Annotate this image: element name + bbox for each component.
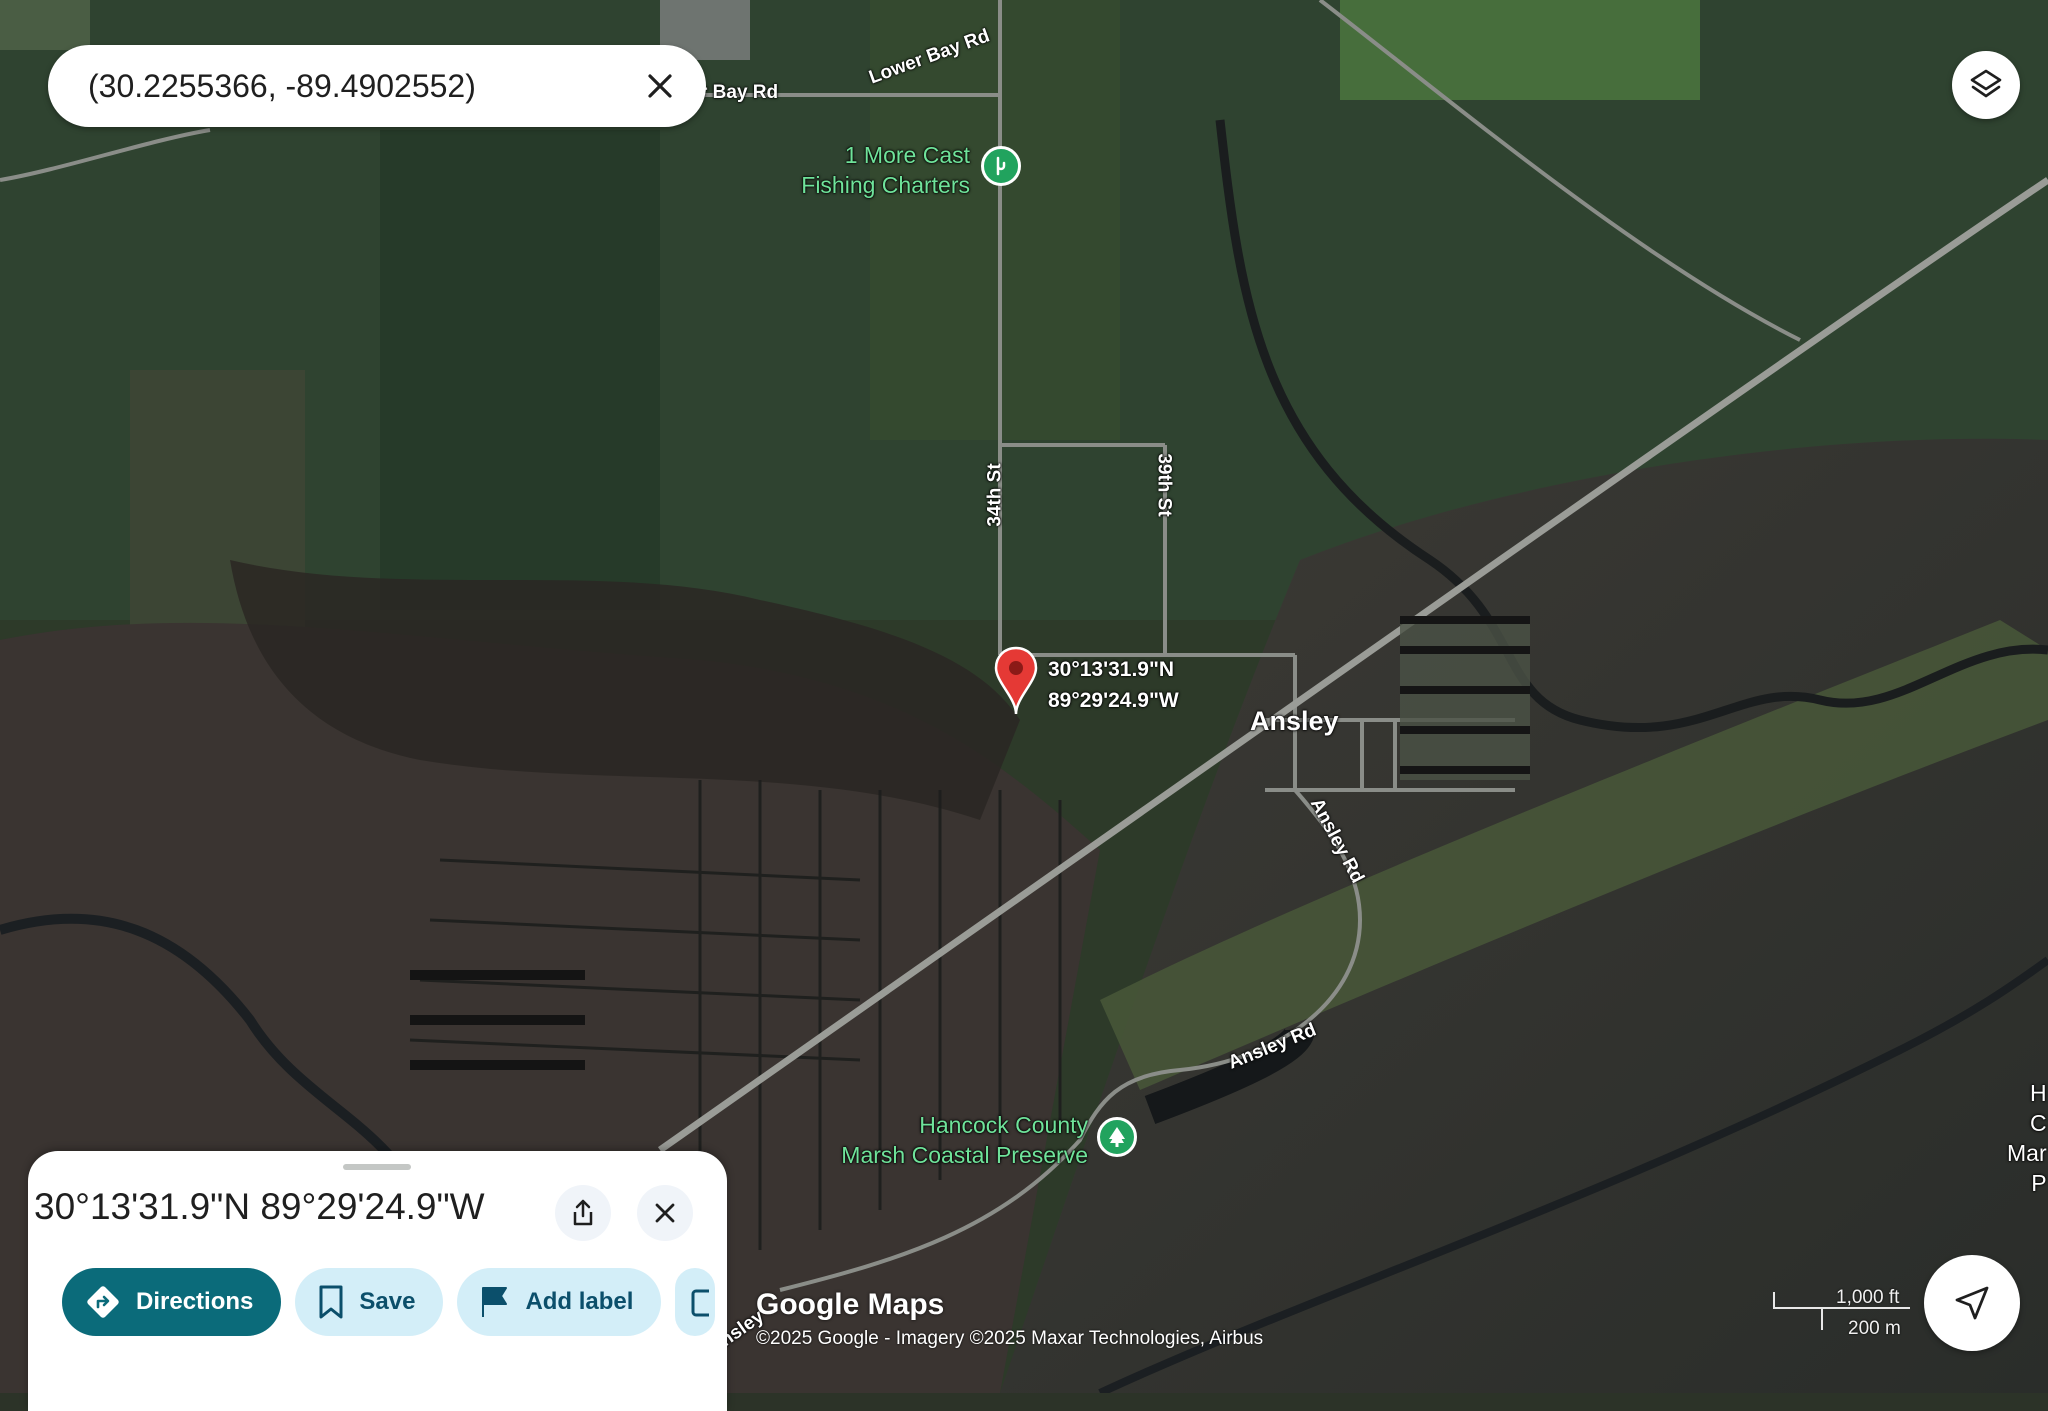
google-maps-logo: Google Maps (756, 1288, 945, 1321)
edge-label-line: C (2030, 1110, 2047, 1136)
road-label-34th-st: 34th St (984, 463, 1006, 527)
pin-coordinates: 30°13'31.9"N 89°29'24.9"W (1048, 654, 1179, 716)
road-label-bay-rd: r Bay Rd (700, 82, 779, 103)
edge-label-line: Mar (2007, 1140, 2047, 1166)
search-bar[interactable]: (30.2255366, -89.4902552) (48, 45, 706, 127)
save-button[interactable]: Save (295, 1268, 444, 1336)
add-label-button[interactable]: Add label (457, 1268, 662, 1336)
save-label: Save (359, 1288, 416, 1315)
poi-label-marsh-preserve[interactable]: Hancock County Marsh Coastal Preserve (780, 1110, 1088, 1170)
poi-name-line: Fishing Charters (801, 172, 970, 198)
directions-label: Directions (136, 1288, 254, 1315)
place-label-ansley[interactable]: Ansley (1250, 706, 1339, 737)
poi-name-line: 1 More Cast (844, 142, 970, 168)
poi-label-fishing-charters[interactable]: 1 More Cast Fishing Charters (780, 140, 970, 200)
scale-imperial: 1,000 ft (1836, 1287, 1900, 1308)
dropped-pin-icon[interactable] (994, 646, 1038, 716)
pin-latitude: 30°13'31.9"N (1048, 658, 1175, 681)
layers-button[interactable] (1952, 51, 2020, 119)
bookmark-icon (319, 1285, 343, 1319)
close-icon[interactable] (638, 64, 682, 108)
poi-name-line: Hancock County (919, 1112, 1088, 1138)
share-button[interactable] (555, 1185, 611, 1241)
poi-name-line: Marsh Coastal Preserve (841, 1142, 1088, 1168)
pin-longitude: 89°29'24.9"W (1048, 689, 1179, 712)
edge-label-line: P (2031, 1170, 2047, 1196)
action-chips: Directions Save Add label (62, 1268, 716, 1336)
road-label-39th-st: 39th St (1153, 453, 1175, 517)
my-location-button[interactable] (1924, 1255, 2020, 1351)
edge-label-line: H (2030, 1080, 2047, 1106)
copy-icon (691, 1289, 710, 1317)
close-sheet-button[interactable] (637, 1185, 693, 1241)
place-label-edge: H C Mar P (2007, 1078, 2047, 1198)
map-attribution[interactable]: ©2025 Google - Imagery ©2025 Maxar Techn… (756, 1328, 1263, 1350)
tree-icon[interactable] (1097, 1117, 1137, 1157)
place-title: 30°13'31.9"N 89°29'24.9"W (34, 1186, 485, 1227)
search-query-text[interactable]: (30.2255366, -89.4902552) (88, 68, 638, 105)
navigation-arrow-icon (1955, 1286, 1989, 1320)
fishing-icon[interactable] (981, 146, 1021, 186)
scale-metric: 200 m (1848, 1318, 1901, 1339)
close-icon (655, 1203, 675, 1223)
layers-icon (1970, 69, 2002, 98)
directions-icon (87, 1286, 119, 1318)
sheet-drag-handle[interactable] (343, 1164, 411, 1170)
share-icon (573, 1199, 593, 1226)
more-actions-chip[interactable] (675, 1268, 716, 1336)
add-label-label: Add label (525, 1288, 634, 1315)
directions-button[interactable]: Directions (62, 1268, 282, 1336)
flag-icon (482, 1287, 508, 1317)
